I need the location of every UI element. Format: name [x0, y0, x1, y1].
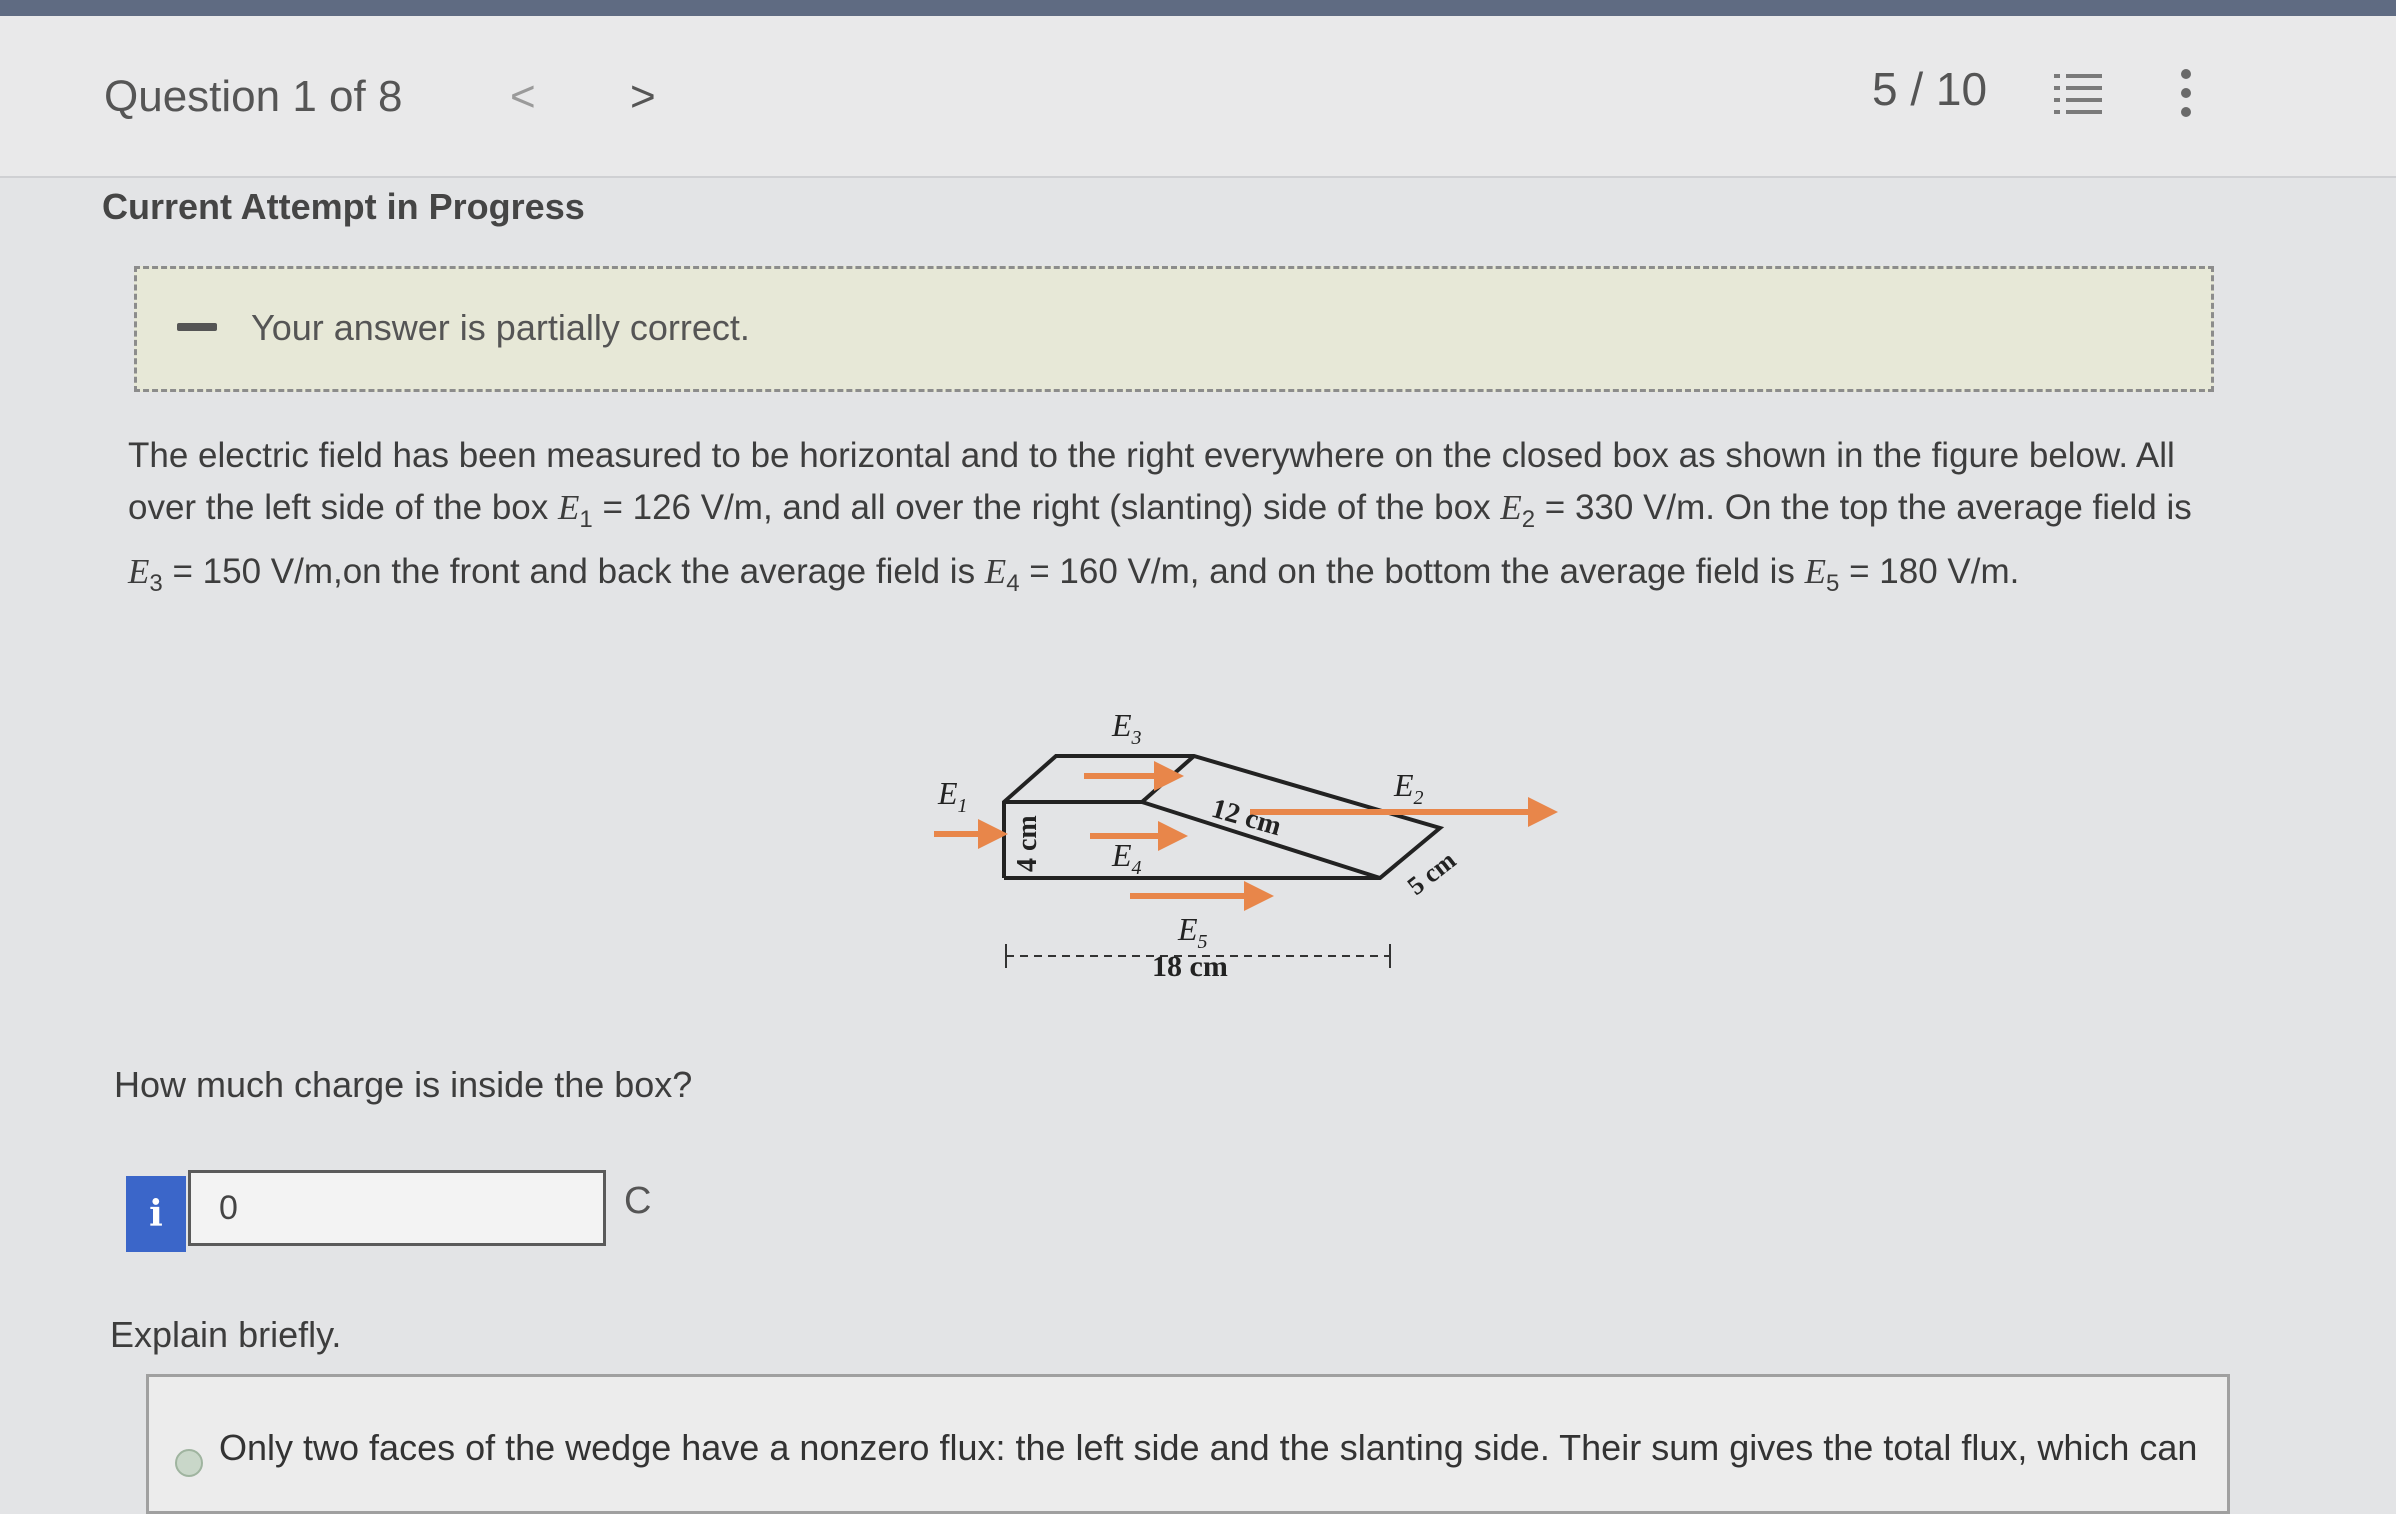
e5-symbol: E: [1804, 552, 1827, 591]
problem-text-2: = 126 V/m, and all over the right (slant…: [592, 488, 1501, 527]
problem-text-4: = 150 V/m,on the front and back the aver…: [162, 552, 985, 591]
feedback-banner: Your answer is partially correct.: [134, 266, 2214, 392]
fig-e5-label: E: [1177, 911, 1198, 947]
svg-text:E1: E1: [937, 775, 968, 817]
e1-symbol: E: [557, 488, 580, 527]
fig-e4-label: E: [1111, 837, 1132, 873]
fig-e1-sub: 1: [958, 795, 968, 817]
fig-e3-sub: 3: [1131, 727, 1142, 749]
explanation-option[interactable]: Only two faces of the wedge have a nonze…: [146, 1374, 2230, 1514]
e4-symbol: E: [984, 552, 1007, 591]
svg-text:E2: E2: [1393, 767, 1424, 809]
e5-subscript: 5: [1826, 570, 1840, 597]
fig-height-label: 4 cm: [1012, 815, 1043, 872]
fig-e2-label: E: [1393, 767, 1414, 803]
partial-correct-icon: [177, 323, 217, 331]
e2-subscript: 2: [1521, 506, 1536, 533]
score-display: 5 / 10: [1872, 63, 1988, 115]
info-button[interactable]: i: [126, 1176, 186, 1252]
explanation-text: Only two faces of the wedge have a nonze…: [219, 1427, 2198, 1468]
previous-question-button[interactable]: <: [510, 72, 536, 122]
next-question-button[interactable]: >: [630, 72, 656, 122]
problem-text-3: = 330 V/m. On the top the average field …: [1535, 488, 2192, 527]
charge-answer-input[interactable]: 0: [188, 1170, 606, 1246]
e4-subscript: 4: [1006, 570, 1020, 597]
question-counter: Question 1 of 8: [104, 72, 403, 121]
fig-e4-sub: 4: [1132, 857, 1142, 879]
e3-subscript: 3: [149, 570, 163, 597]
e2-symbol: E: [1500, 488, 1522, 527]
radio-selected-icon[interactable]: [175, 1449, 203, 1477]
svg-text:E3: E3: [1111, 707, 1142, 749]
explain-label: Explain briefly.: [110, 1314, 342, 1355]
fig-e3-label: E: [1111, 707, 1132, 743]
list-icon[interactable]: [2054, 68, 2104, 118]
problem-text-5: = 160 V/m, and on the bottom the average…: [1019, 552, 1805, 591]
e3-symbol: E: [128, 552, 150, 591]
more-vertical-icon[interactable]: [2172, 66, 2200, 120]
fig-base-label: 18 cm: [1152, 950, 1228, 983]
e1-subscript: 1: [579, 506, 593, 533]
wedge-box-figure: E1 E3 E4 E5 E2 4 cm 12 cm 5 cm 18 cm: [934, 707, 1558, 983]
attempt-status: Current Attempt in Progress: [102, 186, 585, 227]
fig-e2-sub: 2: [1414, 787, 1424, 809]
svg-text:E5: E5: [1177, 911, 1208, 953]
fig-e1-label: E: [937, 775, 958, 811]
answer-unit: C: [624, 1180, 652, 1222]
svg-text:E4: E4: [1111, 837, 1142, 879]
question-header: Question 1 of 8 < > 5 / 10: [0, 16, 2396, 178]
problem-text-6: = 180 V/m.: [1839, 552, 2020, 591]
question-prompt: How much charge is inside the box?: [114, 1064, 693, 1105]
problem-statement: The electric field has been measured to …: [128, 430, 2208, 610]
browser-top-bar: [0, 0, 2396, 16]
feedback-text: Your answer is partially correct.: [251, 307, 750, 348]
